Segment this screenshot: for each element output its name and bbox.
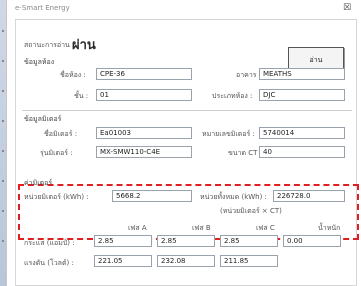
meter-unit-label: หน่วยมิเตอร์ (kWh) : bbox=[24, 193, 89, 201]
meter-section-title: ข้อมูลมิเตอร์ bbox=[24, 115, 62, 123]
meter-model-field[interactable]: MX-SMW110-C4E bbox=[96, 146, 192, 158]
floor-label: ชั้น : bbox=[74, 92, 89, 100]
current-phase-b-field[interactable]: 2.85 bbox=[157, 235, 215, 247]
building-field[interactable]: MEATHS bbox=[259, 68, 345, 80]
room-type-field[interactable]: DJC bbox=[259, 89, 345, 101]
meter-serial-field[interactable]: 5740014 bbox=[259, 127, 345, 139]
total-unit-label: หน่วยทั้งหมด (kWh) : bbox=[200, 193, 267, 201]
room-name-label: ชื่อห้อง : bbox=[60, 71, 86, 79]
current-phase-a-field[interactable]: 2.85 bbox=[94, 235, 152, 247]
dialog-content: สถานะการอ่าน ผ่าน อ่าน ข้อมูลห้อง ชื่อห้… bbox=[15, 19, 359, 286]
room-name-field[interactable]: CPE-36 bbox=[96, 68, 192, 80]
meter-model-label: รุ่นมิเตอร์ : bbox=[40, 149, 73, 157]
meter-name-label: ชื่อมิเตอร์ : bbox=[44, 130, 78, 138]
dialog-window: e-Smart Energy ☒ สถานะการอ่าน ผ่าน อ่าน … bbox=[6, 0, 361, 286]
ct-size-field[interactable]: 40 bbox=[259, 146, 345, 158]
total-unit-field[interactable]: 226728.0 bbox=[273, 190, 345, 202]
phase-a-header: เฟส A bbox=[128, 224, 147, 232]
voltage-phase-a-field[interactable]: 221.05 bbox=[94, 255, 152, 267]
meter-name-field[interactable]: Ea01003 bbox=[96, 127, 192, 139]
meter-unit-field[interactable]: 5668.2 bbox=[112, 190, 192, 202]
weight-field[interactable]: 0.00 bbox=[283, 235, 341, 247]
phase-c-header: เฟส C bbox=[256, 224, 275, 232]
floor-field[interactable]: 01 bbox=[96, 89, 192, 101]
window-title: e-Smart Energy bbox=[15, 4, 70, 12]
current-label: กระแส (แอมป์) : bbox=[24, 239, 75, 247]
weight-header: น้ำหนัก bbox=[318, 224, 341, 232]
building-label: อาคาร : bbox=[236, 71, 262, 79]
room-type-label: ประเภทห้อง : bbox=[212, 92, 253, 100]
current-phase-c-field[interactable]: 2.85 bbox=[220, 235, 278, 247]
voltage-phase-b-field[interactable]: 232.08 bbox=[157, 255, 215, 267]
title-bar: e-Smart Energy ☒ bbox=[7, 0, 361, 18]
room-section-title: ข้อมูลห้อง bbox=[24, 58, 55, 66]
meter-serial-label: หมายเลขมิเตอร์ : bbox=[202, 130, 255, 138]
voltage-phase-c-field[interactable]: 211.85 bbox=[220, 255, 278, 267]
status-label: สถานะการอ่าน bbox=[24, 41, 70, 49]
close-icon[interactable]: ☒ bbox=[337, 2, 357, 15]
ct-size-label: ขนาด CT : bbox=[228, 149, 263, 157]
voltage-label: แรงดัน (โวลต์) : bbox=[24, 259, 74, 267]
phase-b-header: เฟส B bbox=[192, 224, 211, 232]
divider bbox=[22, 110, 352, 111]
status-value: ผ่าน bbox=[72, 38, 96, 53]
total-unit-note: (หน่วยมิเตอร์ × CT) bbox=[220, 207, 282, 215]
reading-section-title: ค่ามิเตอร์ bbox=[24, 179, 53, 187]
